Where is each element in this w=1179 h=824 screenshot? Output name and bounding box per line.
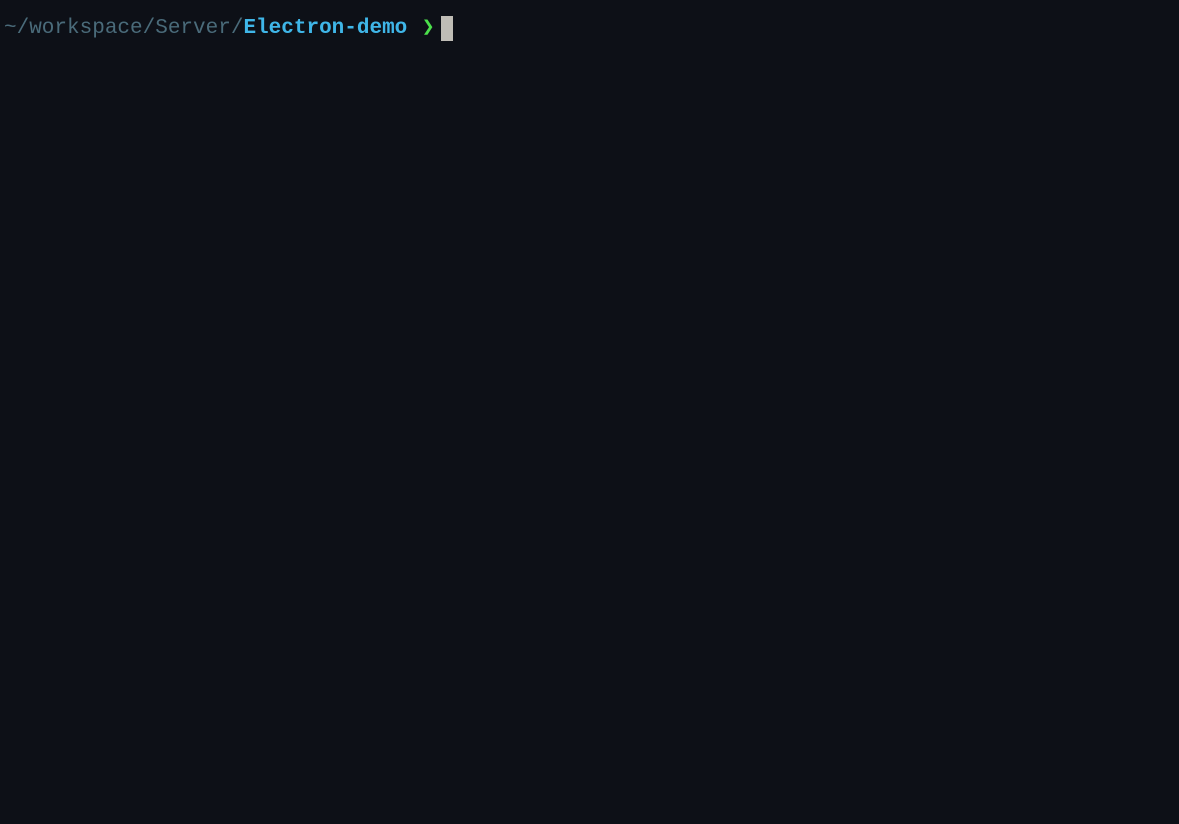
- prompt-line[interactable]: ~/workspace/Server/Electron-demo ❯: [4, 14, 1179, 43]
- path-prefix: ~/workspace/Server/: [4, 14, 243, 43]
- chevron-right-icon: ❯: [422, 14, 435, 43]
- current-directory: Electron-demo: [243, 14, 407, 43]
- cursor-block-icon: [441, 16, 453, 41]
